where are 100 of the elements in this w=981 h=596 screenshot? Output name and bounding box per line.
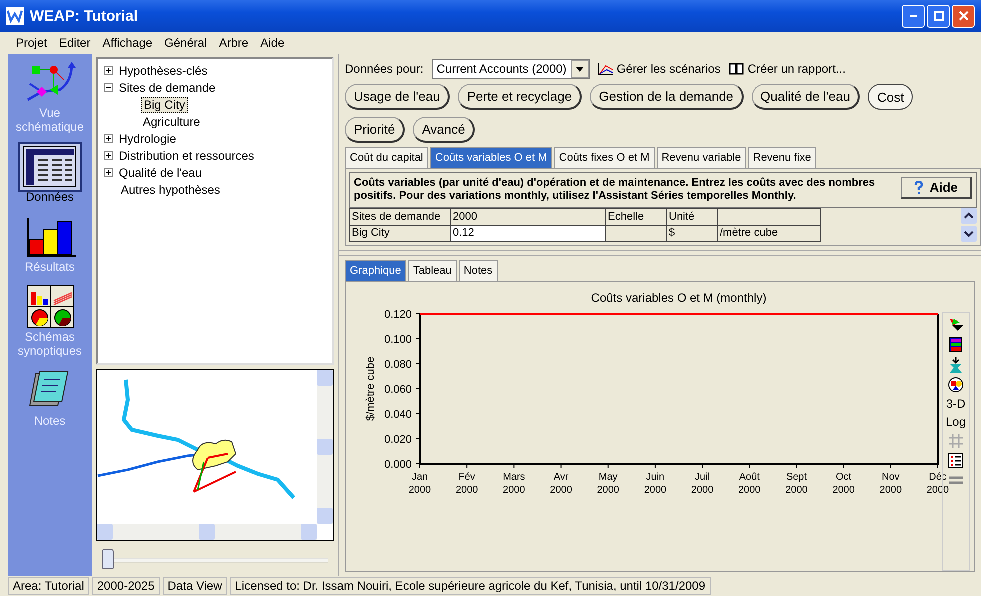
- slider-thumb[interactable]: [102, 549, 114, 569]
- scroll-thumb[interactable]: [199, 524, 215, 540]
- menu-item[interactable]: Aide: [260, 36, 285, 50]
- vertical-scrollbar[interactable]: [317, 370, 333, 524]
- window-title: WEAP: Tutorial: [30, 8, 140, 24]
- x-tick-label: Juil 2000: [691, 472, 714, 496]
- chart-tool-button[interactable]: 3-D: [946, 397, 966, 411]
- tree-item[interactable]: Hypothèses-clés: [117, 64, 210, 78]
- palette-icon[interactable]: [948, 317, 964, 333]
- category-button[interactable]: Gestion de la demande: [590, 84, 744, 110]
- expand-icon[interactable]: [104, 134, 113, 143]
- table-cell: $: [666, 225, 718, 242]
- toolbar-link[interactable]: Créer un rapport...: [728, 62, 846, 76]
- app-logo-icon: [6, 7, 24, 25]
- export-icon[interactable]: [948, 357, 964, 373]
- book-icon: [728, 62, 745, 76]
- x-tick-label: Août 2000: [738, 472, 761, 496]
- shapes-icon[interactable]: [948, 377, 964, 393]
- expand-icon[interactable]: [104, 66, 113, 75]
- horizontal-scrollbar[interactable]: [97, 524, 317, 540]
- category-button[interactable]: Usage de l'eau: [345, 84, 450, 110]
- y-tick-label: 0.060: [384, 384, 412, 396]
- status-text: Data View: [162, 577, 228, 595]
- scroll-thumb[interactable]: [317, 439, 333, 455]
- scroll-down-button[interactable]: [961, 226, 977, 242]
- menu-item[interactable]: Affichage: [102, 36, 153, 50]
- y-tick-label: 0.100: [384, 334, 412, 346]
- maximize-button[interactable]: [927, 4, 950, 28]
- chart-tool-button[interactable]: Log: [946, 415, 966, 429]
- close-button[interactable]: [952, 4, 975, 28]
- status-text: 2000-2025: [92, 577, 160, 595]
- tree-item[interactable]: Distribution et ressources: [117, 148, 256, 162]
- tree-item[interactable]: Hydrologie: [117, 132, 178, 146]
- dropdown-arrow-icon: [576, 66, 584, 72]
- tree-item[interactable]: Autres hypothèses: [119, 182, 222, 196]
- data-for-label: Données pour:: [345, 62, 424, 76]
- category-button[interactable]: Perte et recyclage: [458, 84, 582, 110]
- scenario-dropdown[interactable]: Current Accounts (2000): [432, 59, 590, 79]
- scroll-up-button[interactable]: [961, 208, 977, 224]
- tab[interactable]: Tableau: [408, 260, 457, 281]
- x-tick-label: Nov 2000: [880, 472, 902, 496]
- tab[interactable]: Coûts variables O et M: [430, 147, 552, 168]
- x-tick-label: Mars 2000: [503, 472, 526, 496]
- y-tick-label: 0.120: [384, 309, 412, 321]
- category-button[interactable]: Qualité de l'eau: [752, 84, 860, 110]
- x-tick-label: Avr 2000: [550, 472, 572, 496]
- description-text: Coûts variables (par unité d'eau) d'opération et de maintenance. Entrez les coûts avec des nombres positifs. Pour des variations monthly, utilisez l'Assistant Séries temporelles Monthly.: [354, 177, 876, 203]
- menu-item[interactable]: Général: [164, 36, 208, 50]
- x-tick-label: Jan 2000: [408, 472, 432, 496]
- y-tick-label: 0.080: [384, 359, 412, 371]
- y-tick-label: 0.040: [384, 409, 412, 421]
- tree-item[interactable]: Big City: [141, 96, 188, 112]
- tab[interactable]: Coût du capital: [345, 147, 428, 168]
- x-tick-label: Sept 2000: [786, 472, 808, 496]
- y-tick-label: 0.000: [384, 459, 412, 471]
- category-button[interactable]: Avancé: [413, 117, 476, 143]
- menu-item[interactable]: Arbre: [219, 36, 249, 50]
- x-tick-label: Oct 2000: [832, 472, 855, 496]
- table-cell: /mètre cube: [718, 225, 820, 242]
- x-tick-label: May 2000: [597, 472, 620, 496]
- chart-title: Coûts variables O et M (monthly): [591, 291, 767, 305]
- menu-item[interactable]: Projet: [16, 36, 48, 50]
- tab[interactable]: Revenu variable: [656, 147, 746, 168]
- tab[interactable]: Coûts fixes O et M: [554, 147, 655, 168]
- column-header: 2000: [450, 208, 606, 225]
- x-tick-label: Fév 2000: [456, 472, 478, 496]
- help-button[interactable]: Aide: [900, 177, 972, 199]
- table-icon: [20, 144, 80, 190]
- expand-icon[interactable]: [104, 168, 113, 177]
- tab[interactable]: Graphique: [345, 260, 406, 281]
- minimize-button[interactable]: [902, 4, 925, 28]
- question-mark-icon: [914, 180, 924, 194]
- tab[interactable]: Revenu fixe: [748, 147, 816, 168]
- close-icon: [958, 11, 968, 21]
- status-text: Licensed to: Dr. Issam Nouiri, Ecole supérieure agricole du Kef, Tunisia, until 10/31/2009: [230, 577, 711, 595]
- y-tick-label: 0.020: [384, 434, 412, 446]
- table-cell: Big City: [350, 225, 450, 242]
- color-bars-icon[interactable]: [948, 337, 964, 353]
- status-text: Area: Tutorial: [8, 577, 90, 595]
- legend-icon[interactable]: [948, 453, 964, 469]
- sidebar-item[interactable]: Données: [10, 142, 90, 210]
- category-button[interactable]: Priorité: [345, 117, 406, 143]
- tree-item[interactable]: Qualité de l'eau: [117, 166, 204, 180]
- x-tick-label: Juin 2000: [644, 472, 667, 496]
- column-header: Sites de demande: [350, 208, 450, 225]
- value-field[interactable]: 0.12: [450, 225, 606, 242]
- toolbar-link[interactable]: Gérer les scénarios: [598, 62, 721, 76]
- column-header: Unité: [666, 208, 718, 225]
- collapse-icon[interactable]: [104, 83, 113, 92]
- column-header: Echelle: [606, 208, 666, 225]
- category-button[interactable]: Cost: [868, 84, 914, 110]
- menu-item[interactable]: Editer: [59, 36, 91, 50]
- minimize-icon: [910, 15, 917, 17]
- y-axis-label: $/mètre cube: [365, 356, 377, 422]
- tree-item[interactable]: Agriculture: [141, 114, 202, 128]
- expand-icon[interactable]: [104, 151, 113, 160]
- maximize-icon: [934, 11, 944, 21]
- tab[interactable]: Notes: [458, 260, 498, 281]
- line-chart-icon: [598, 62, 614, 76]
- tree-item[interactable]: Sites de demande: [117, 80, 218, 94]
